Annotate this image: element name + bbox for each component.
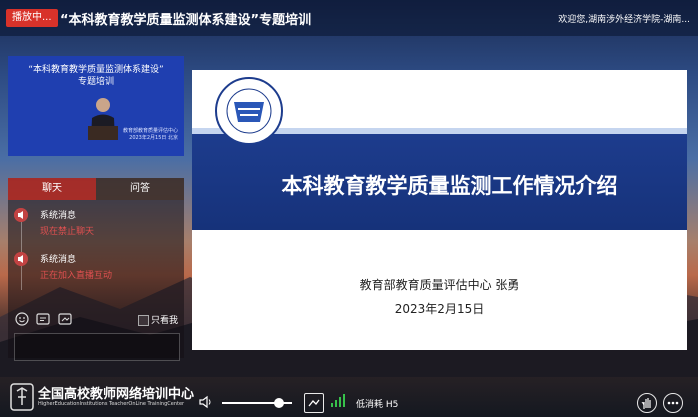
only-me-label: 只看我 [151, 316, 179, 326]
preview-title-line2: 专题培训 [77, 77, 114, 87]
message-title: 系统消息 [40, 255, 77, 265]
signal-strength-icon [331, 394, 345, 407]
top-bar: 播放中... “本科教育教学质量监测体系建设”专题培训 欢迎您,湖南涉外经济学院… [0, 0, 698, 36]
more-options-button[interactable] [663, 393, 683, 413]
slide-date: 2023年2月15日 [394, 302, 485, 316]
player-controls: 低消耗 H5 [192, 388, 698, 417]
preview-date: 2023年2月15日 北京 [129, 135, 178, 141]
preview-title-line1: “本科教育教学质量监测体系建设” [28, 65, 164, 75]
preview-org: 教育部教育质量评估中心 [122, 128, 178, 134]
speaker-video-preview[interactable]: “本科教育教学质量监测体系建设” 专题培训 教育部教育质量评估中心 2023年2… [8, 56, 184, 156]
speaker-figure-icon [88, 98, 118, 140]
raise-hand-button[interactable] [637, 393, 657, 413]
speaker-icon [14, 252, 28, 266]
welcome-text[interactable]: 欢迎您,湖南涉外经济学院-湖南... [558, 12, 690, 25]
preview-title: “本科教育教学质量监测体系建设” 专题培训 [8, 64, 184, 88]
hand-icon [641, 398, 651, 409]
screen-mode-button[interactable] [304, 393, 324, 413]
only-me-checkbox[interactable] [138, 315, 149, 326]
presentation-slide: 本科教育教学质量监测工作情况介绍 教育部教育质量评估中心 张勇 2023年2月1… [192, 70, 687, 350]
tab-chat[interactable]: 聊天 [8, 178, 96, 200]
brand-logo: 全国高校教师网络培训中心 HigherEducationInstitutions… [10, 381, 200, 415]
speaker-icon [14, 208, 28, 222]
message-body: 现在禁止聊天 [40, 227, 95, 237]
slide-title: 本科教育教学质量监测工作情况介绍 [281, 174, 618, 198]
teacher-logo-icon [10, 383, 34, 411]
edit-message-icon[interactable] [36, 312, 52, 326]
evaluation-center-logo [215, 77, 283, 145]
chat-input[interactable] [14, 333, 180, 361]
slide-presenter: 教育部教育质量评估中心 张勇 [359, 278, 520, 292]
chat-panel: 聊天 问答 系统消息 现在禁止聊天 系统消息 正在加入直播互动 [8, 178, 184, 358]
page-title: “本科教育教学质量监测体系建设”专题培训 [60, 13, 312, 28]
emoji-icon[interactable] [14, 312, 30, 326]
live-status-badge: 播放中... [6, 9, 58, 27]
low-latency-label[interactable]: 低消耗 H5 [356, 397, 398, 410]
message-title: 系统消息 [40, 211, 77, 221]
brand-subtitle: HigherEducationInstitutions TeacherOnLin… [38, 401, 185, 407]
volume-icon[interactable] [198, 394, 214, 410]
layout-icon [308, 399, 320, 407]
preview-caption: 教育部教育质量评估中心 2023年2月15日 北京 [123, 128, 178, 142]
message-body: 正在加入直播互动 [40, 271, 113, 281]
brand-name: 全国高校教师网络培训中心 [38, 387, 195, 402]
tab-qa[interactable]: 问答 [96, 178, 184, 200]
attach-icon[interactable] [58, 312, 74, 326]
volume-slider-handle[interactable] [274, 398, 284, 408]
chat-tabs: 聊天 问答 [8, 178, 184, 200]
more-icon [667, 401, 679, 405]
